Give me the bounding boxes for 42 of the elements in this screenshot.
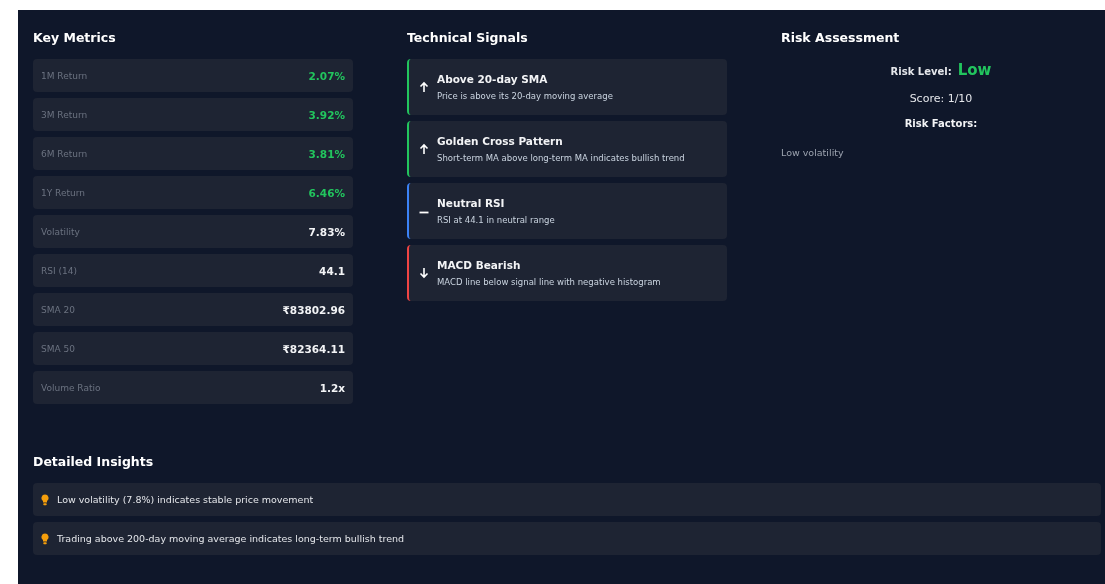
signal-title: MACD Bearish bbox=[437, 259, 522, 271]
insight-text: Trading above 200-day moving average indicates long-term bullish trend bbox=[57, 533, 405, 544]
signal-title: Golden Cross Pattern bbox=[437, 135, 564, 147]
metric-value: 44.1 bbox=[319, 264, 345, 277]
signal-title: Neutral RSI bbox=[437, 197, 506, 209]
insight-text: Low volatility (7.8%) indicates stable price movement bbox=[57, 494, 314, 505]
signal-description: Price is above its 20-day moving average bbox=[437, 91, 613, 101]
metric-label: 6M Return bbox=[41, 148, 88, 159]
risk-level-label: Risk Level: bbox=[890, 66, 952, 77]
metric-value: 6.46% bbox=[308, 186, 345, 199]
up-arrow-icon bbox=[419, 81, 429, 93]
risk-factor: Low volatility bbox=[781, 147, 844, 158]
metric-label: RSI (14) bbox=[41, 265, 77, 276]
lightbulb-icon bbox=[41, 532, 49, 545]
section-title: Detailed Insights bbox=[33, 454, 155, 470]
lightbulb-icon bbox=[41, 493, 49, 506]
metric-value: 3.92% bbox=[308, 108, 345, 121]
signal-title: Above 20-day SMA bbox=[437, 73, 549, 85]
metric-label: 1Y Return bbox=[41, 187, 85, 198]
risk-level-value: Low bbox=[957, 61, 992, 79]
section-title: Key Metrics bbox=[33, 30, 117, 46]
section-title: Technical Signals bbox=[407, 30, 529, 46]
metric-label: SMA 50 bbox=[41, 343, 75, 354]
down-arrow-icon bbox=[419, 267, 429, 279]
metric-label: Volume Ratio bbox=[41, 382, 101, 393]
metric-label: Volatility bbox=[41, 226, 80, 237]
metric-value: 3.81% bbox=[308, 147, 345, 160]
metric-label: 1M Return bbox=[41, 70, 88, 81]
metric-label: SMA 20 bbox=[41, 304, 75, 315]
section-title: Risk Assessment bbox=[781, 30, 901, 46]
metric-value: 1.2x bbox=[319, 381, 345, 394]
risk-factors-title: Risk Factors: bbox=[904, 118, 978, 129]
signal-description: Short-term MA above long-term MA indicates bullish trend bbox=[437, 153, 685, 163]
metric-value: ₹82364.11 bbox=[282, 342, 345, 355]
metric-value: ₹83802.96 bbox=[282, 303, 345, 316]
signal-description: RSI at 44.1 in neutral range bbox=[437, 215, 555, 225]
metric-value: 7.83% bbox=[308, 225, 345, 238]
up-arrow-icon bbox=[419, 143, 429, 155]
metric-label: 3M Return bbox=[41, 109, 88, 120]
metric-value: 2.07% bbox=[308, 69, 345, 82]
signal-description: MACD line below signal line with negative histogram bbox=[437, 277, 661, 287]
risk-score: Score: 1/10 bbox=[909, 92, 973, 105]
